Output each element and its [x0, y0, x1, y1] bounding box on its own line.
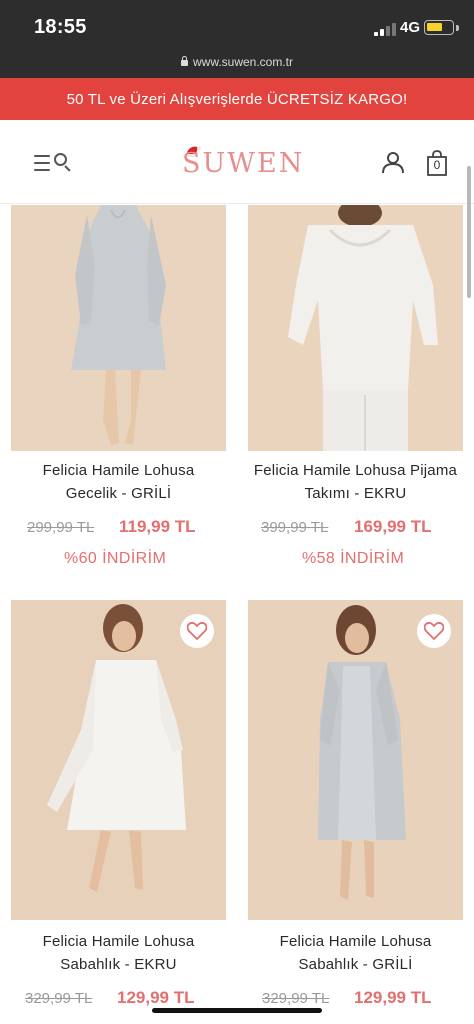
menu-bar — [34, 162, 50, 164]
heart-icon — [187, 622, 207, 640]
product-photo-gray-robe — [248, 600, 463, 920]
product-name-line: Gecelik - GRİLİ — [65, 485, 172, 502]
promo-text: 50 TL ve Üzeri Alışverişlerde ÜCRETSİZ K… — [66, 90, 408, 108]
product-photo-ecru-pajama-set — [248, 205, 463, 451]
product-name-line: Takımı - EKRU — [304, 485, 407, 502]
sale-price: 169,99 TL — [354, 517, 432, 536]
menu-search-button[interactable] — [34, 152, 72, 174]
product-name-line: Sabahlık - GRİLİ — [298, 956, 413, 973]
product-name-line: Felicia Hamile Lohusa — [279, 933, 432, 950]
site-logo[interactable]: SUWEN — [182, 148, 304, 179]
status-time: 18:55 — [34, 16, 87, 38]
product-name-line: Sabahlık - EKRU — [60, 956, 177, 973]
favorite-button[interactable] — [180, 614, 214, 648]
product-photo-ecru-robe — [11, 600, 226, 920]
product-name[interactable]: Felicia Hamile Lohusa Pijama Takımı - EK… — [248, 459, 463, 505]
discount-label: %58 İNDİRİM — [302, 550, 405, 567]
signal-icon — [374, 23, 396, 36]
search-icon-handle — [64, 165, 71, 172]
network-type: 4G — [400, 19, 421, 36]
sale-price: 129,99 TL — [117, 988, 195, 1007]
lock-icon — [180, 56, 188, 66]
page-scrollbar[interactable] — [467, 166, 471, 298]
sale-price: 129,99 TL — [354, 988, 432, 1007]
product-name[interactable]: Felicia Hamile Lohusa Gecelik - GRİLİ — [11, 459, 226, 505]
cart-button[interactable]: 0 — [426, 150, 448, 176]
product-image[interactable] — [248, 600, 463, 920]
product-name[interactable]: Felicia Hamile Lohusa Sabahlık - EKRU — [11, 930, 226, 976]
sale-price: 119,99 TL — [119, 517, 196, 536]
user-icon[interactable] — [381, 150, 405, 174]
address-bar[interactable]: www.suwen.com.tr — [0, 55, 474, 69]
menu-bar — [34, 169, 50, 171]
product-image[interactable] — [11, 205, 226, 451]
product-name[interactable]: Felicia Hamile Lohusa Sabahlık - GRİLİ — [248, 930, 463, 976]
old-price: 329,99 TL — [262, 990, 330, 1007]
product-image[interactable] — [248, 205, 463, 451]
product-photo-gray-nightgown — [11, 205, 226, 451]
battery-cap — [456, 25, 459, 31]
cart-count: 0 — [433, 158, 441, 172]
promo-banner[interactable]: 50 TL ve Üzeri Alışverişlerde ÜCRETSİZ K… — [0, 78, 474, 120]
favorite-button[interactable] — [417, 614, 451, 648]
home-indicator[interactable] — [152, 1008, 322, 1013]
old-price: 299,99 TL — [27, 519, 95, 536]
status-bar: 18:55 4G www.suwen.com.tr — [0, 0, 474, 78]
menu-bar — [34, 155, 50, 157]
old-price: 329,99 TL — [25, 990, 93, 1007]
site-header: SUWEN 0 — [0, 120, 474, 204]
product-name-line: Felicia Hamile Lohusa Pijama — [253, 462, 458, 479]
old-price: 399,99 TL — [261, 519, 329, 536]
product-name-line: Felicia Hamile Lohusa — [42, 462, 195, 479]
product-image[interactable] — [11, 600, 226, 920]
heart-icon — [424, 622, 444, 640]
product-name-line: Felicia Hamile Lohusa — [42, 933, 195, 950]
discount-label: %60 İNDİRİM — [64, 550, 167, 567]
battery-icon — [424, 20, 454, 35]
url-text: www.suwen.com.tr — [192, 55, 294, 69]
